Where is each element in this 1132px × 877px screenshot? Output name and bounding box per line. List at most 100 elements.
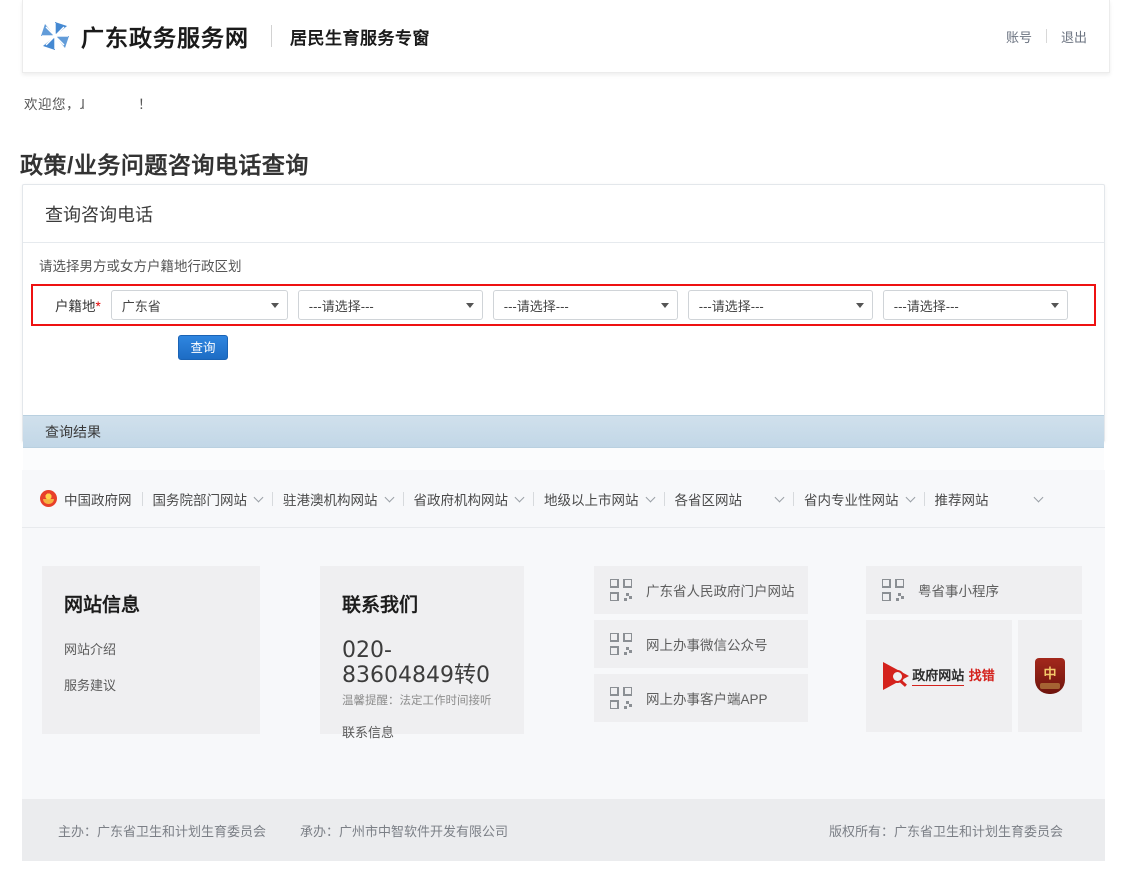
site-info-card: 网站信息 网站介绍 服务建议 [42,566,260,734]
select-province[interactable]: 广东省 [110,290,288,320]
qr-item-label: 粤省事小程序 [918,584,999,599]
site-intro-link[interactable]: 网站介绍 [64,639,238,658]
household-region-row: 户籍地* 广东省 ---请选择--- ---请选择--- ---请选择--- -… [31,284,1096,326]
magnifier-icon [891,669,905,683]
button-row: 查询 [23,326,1104,360]
qr-code-icon [881,578,905,602]
chevron-down-icon [1033,492,1043,502]
qr-column-right: 粤省事小程序 政府网站 找错 中 [866,566,1082,734]
link-label[interactable]: 省内专业性网站 [804,489,899,509]
link-label[interactable]: 省政府机构网站 [414,489,509,509]
chevron-down-icon [660,303,669,308]
panel-header: 查询咨询电话 [23,185,1104,243]
household-field-label: 户籍地* [55,295,101,315]
chevron-down-icon [384,492,394,502]
link-label[interactable]: 地级以上市网站 [544,489,639,509]
select-district[interactable]: ---请选择--- [492,290,678,320]
welcome-message: 欢迎您，ɺ ！ [24,93,152,113]
link-label[interactable]: 推荐网站 [935,489,989,509]
link-divider [663,491,665,506]
link-divider [272,491,273,506]
qr-item-wechat-official[interactable]: 网上办事微信公众号 [594,620,808,668]
panel-body: 请选择男方或女方户籍地行政区划 户籍地* 广东省 ---请选择--- ---请选… [23,243,1104,499]
site-header: 广东政务服务网 居民生育服务专窗 账号 退出 [22,0,1110,73]
contact-phone: 020-83604849转0 [342,638,490,688]
query-panel: 查询咨询电话 请选择男方或女方户籍地行政区划 户籍地* 广东省 ---请选择--… [22,184,1105,499]
link-china-gov[interactable]: 中国政府网 [64,489,132,509]
chevron-down-icon [855,303,864,308]
site-info-column: 网站信息 网站介绍 服务建议 [42,566,260,734]
query-button[interactable]: 查询 [178,335,228,360]
link-divider [141,491,143,506]
header-right-actions: 账号 退出 [1006,27,1109,46]
link-label[interactable]: 各省区网站 [675,489,743,509]
contact-card: 联系我们 020-83604849转0 温馨提醒：法定工作时间接听 联系信息 [320,566,524,740]
qr-item-label: 网上办事客户端APP [646,692,768,707]
gov-links-bar: 中国政府网 国务院部门网站 驻港澳机构网站 省政府机构网站 地级以上市网站 各省… [22,470,1105,528]
link-label[interactable]: 国务院部门网站 [153,489,248,509]
qr-code-icon [609,632,633,656]
footer-area: 中国政府网 国务院部门网站 驻港澳机构网站 省政府机构网站 地级以上市网站 各省… [22,470,1105,799]
chevron-down-icon [645,492,655,502]
gov-website-error-report-icon: 政府网站 找错 [883,662,995,690]
chevron-down-icon [465,303,474,308]
link-china-gov-label[interactable]: 中国政府网 [64,489,132,509]
qr-item-label: 网上办事微信公众号 [646,638,768,653]
copyright-text: 版权所有：广东省卫生和计划生育委员会 [828,823,1063,839]
select-city-value: ---请选择--- [308,298,374,314]
gov-website-error-report-badge[interactable]: 政府网站 找错 [866,620,1012,732]
link-provincial-professional[interactable]: 省内专业性网站 [804,489,915,509]
service-suggestion-link[interactable]: 服务建议 [64,675,238,694]
select-city[interactable]: ---请选择--- [297,290,483,320]
qr-item-label: 广东省人民政府门户网站 [646,584,795,599]
qr-item-yuesheng-miniprogram[interactable]: 粤省事小程序 [866,566,1082,614]
logout-link[interactable]: 退出 [1061,27,1087,46]
qr-item-client-app[interactable]: 网上办事客户端APP [594,674,808,722]
link-provinces[interactable]: 各省区网站 [675,489,785,509]
contact-column: 联系我们 020-83604849转0 温馨提醒：法定工作时间接听 联系信息 [320,566,524,740]
badge-row: 政府网站 找错 中 [866,620,1082,732]
qr-item-gd-gov-portal[interactable]: 广东省人民政府门户网站 [594,566,808,614]
site-info-title: 网站信息 [64,594,141,616]
gov-shield-badge[interactable]: 中 [1018,620,1082,732]
result-header: 查询结果 [23,415,1104,448]
chevron-down-icon [253,492,264,502]
link-prefecture-cities[interactable]: 地级以上市网站 [544,489,655,509]
pinwheel-logo-icon [39,20,71,52]
brand-divider [271,25,272,47]
brand[interactable]: 广东政务服务网 居民生育服务专窗 [23,19,430,53]
result-title: 查询结果 [45,423,101,440]
select-district-value: ---请选择--- [503,298,569,314]
form-hint: 请选择男方或女方户籍地行政区划 [39,259,242,274]
select-street[interactable]: ---请选择--- [687,290,873,320]
qr-code-icon [609,686,633,710]
footer-cards: 网站信息 网站介绍 服务建议 联系我们 020-83604849转0 温馨提醒：… [22,528,1105,740]
qr-column-left: 广东省人民政府门户网站 网上办事微信公众号 网上办事客户端APP [594,566,808,734]
contact-info-link[interactable]: 联系信息 [342,722,502,741]
contact-title: 联系我们 [342,594,419,616]
badge-text: 政府网站 找错 [912,667,995,686]
welcome-suffix: ！ [138,97,152,112]
brand-subtitle: 居民生育服务专窗 [290,28,430,48]
link-divider [793,491,794,506]
chevron-down-icon [514,492,525,502]
household-label-text: 户籍地 [55,299,96,314]
link-recommended[interactable]: 推荐网站 [935,489,1043,509]
operator-organization: 承办：广州市中智软件开发有限公司 [300,823,509,839]
link-divider [533,491,534,506]
host-organization: 主办：广东省卫生和计划生育委员会 [58,823,267,839]
link-state-council-departments[interactable]: 国务院部门网站 [153,489,264,509]
national-emblem-icon [40,490,57,507]
select-community[interactable]: ---请选择--- [882,290,1068,320]
bottom-bar-left: 主办：广东省卫生和计划生育委员会 承办：广州市中智软件开发有限公司 [22,821,542,840]
select-community-value: ---请选择--- [893,298,959,314]
link-label[interactable]: 驻港澳机构网站 [283,489,378,509]
select-street-value: ---请选择--- [698,298,764,314]
contact-tip: 温馨提醒：法定工作时间接听 [342,695,492,708]
account-link[interactable]: 账号 [1006,27,1032,46]
qr-code-icon [609,578,633,602]
link-provincial-institutions[interactable]: 省政府机构网站 [414,489,525,509]
link-hk-macau-institutions[interactable]: 驻港澳机构网站 [283,489,394,509]
shield-mark: 中 [1043,665,1057,681]
chevron-down-icon [774,492,785,502]
